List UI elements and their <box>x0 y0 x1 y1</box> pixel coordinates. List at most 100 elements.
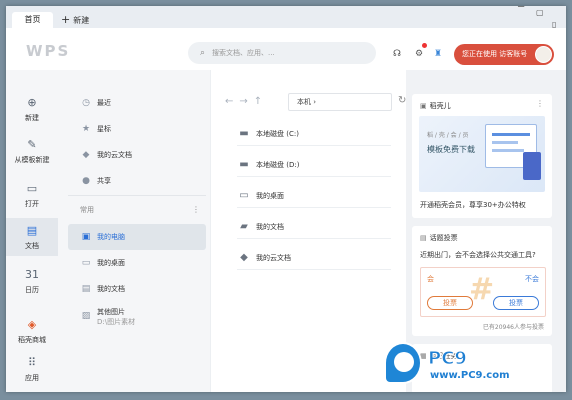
user-account-button[interactable]: 您正在使用 访客账号 <box>454 44 554 65</box>
left-rail: ⊕ 新建 ✎ 从模板新建 ▭ 打开 ▤ 文档 31 日历 ◈ 稻壳商城 ⠿ 应用 <box>6 70 58 392</box>
docer-card[interactable]: ▣ 稻壳儿 ⋮ 稻 / 壳 / 会 / 员 模板免费下载 开通稻壳会员，尊享30+… <box>412 94 552 218</box>
vote-no-button[interactable]: 投票 <box>493 296 539 310</box>
breadcrumb[interactable]: 本机 › <box>288 93 392 111</box>
nav-label: 其他图片 <box>97 308 125 316</box>
watermark: PC9软件园 www.PC9.com <box>384 342 558 388</box>
rail-item-open[interactable]: ▭ 打开 <box>6 182 58 209</box>
nav-item-starred[interactable]: ★ 星标 <box>68 116 206 142</box>
rail-item-template[interactable]: ✎ 从模板新建 <box>6 138 58 165</box>
file-item-cloud-docs[interactable]: ◆ 我的云文档 <box>237 246 391 270</box>
docer-store-icon: ◈ <box>27 318 37 331</box>
header: WPS ⌕ 搜索文档、应用、... ☊ ⚙ ♜ 您正在使用 访客账号 <box>6 28 566 70</box>
rail-item-store[interactable]: ◈ 稻壳商城 <box>6 318 58 345</box>
template-icon: ✎ <box>27 138 37 151</box>
nav-item-my-computer[interactable]: ▣ 我的电脑 <box>68 224 206 250</box>
headset-icon[interactable]: ☊ <box>393 49 401 59</box>
disk-icon: ▬ <box>239 128 249 139</box>
section-label-common: 常用 <box>80 206 94 214</box>
poll-box: 会 不会 # 投票 投票 <box>420 267 546 317</box>
documents-icon: ▤ <box>81 284 91 294</box>
nav-label: 我的云文档 <box>97 151 132 159</box>
rail-label: 新建 <box>25 114 39 122</box>
nav-item-cloud[interactable]: ◆ 我的云文档 <box>68 142 206 168</box>
settings-icon[interactable]: ⚙ <box>415 49 423 59</box>
cloud-docs-icon: ◆ <box>82 150 90 160</box>
search-placeholder: 搜索文档、应用、... <box>212 49 275 57</box>
plus-icon: + <box>61 13 71 26</box>
rail-item-new[interactable]: ⊕ 新建 <box>6 96 58 123</box>
card-title-text: 话题投票 <box>429 234 458 242</box>
nav-label: 星标 <box>97 125 111 133</box>
nav-item-shared[interactable]: ● 共享 <box>68 168 206 194</box>
restore-icon[interactable]: ▢ <box>536 8 544 17</box>
rail-item-calendar[interactable]: 31 日历 <box>6 268 58 295</box>
nav-arrows-icon[interactable]: ←→↑ <box>225 96 268 107</box>
clock-icon: ◷ <box>82 98 90 108</box>
file-item-desktop[interactable]: ▭ 我的桌面 <box>237 184 391 208</box>
breadcrumb-item[interactable]: 本机 <box>297 98 311 106</box>
chevron-right-icon: › <box>313 98 317 106</box>
file-name: 本地磁盘 (D:) <box>256 161 300 169</box>
user-status: 您正在使用 <box>462 50 497 58</box>
calendar-icon: 31 <box>25 268 39 281</box>
shared-icon: ● <box>82 176 90 186</box>
pc9-logo-icon <box>384 342 422 384</box>
vote-question: 近期出门，会不会选择公共交通工具? <box>420 251 536 259</box>
apps-grid-icon: ⠿ <box>27 356 37 369</box>
rail-label: 打开 <box>25 200 39 208</box>
folder-icon: ▭ <box>26 182 38 195</box>
avatar <box>535 46 552 63</box>
rail-label: 文档 <box>25 242 39 250</box>
option-no-label: 不会 <box>525 275 539 283</box>
tab-new[interactable]: + 新建 <box>61 12 89 28</box>
file-item-c-drive[interactable]: ▬ 本地磁盘 (C:) <box>237 122 391 146</box>
star-icon: ★ <box>81 124 91 134</box>
computer-icon: ▣ <box>81 232 91 242</box>
skin-shirt-icon[interactable]: ♜ <box>434 49 442 59</box>
nav-item-other-pictures[interactable]: ▨ 其他图片 D:\图片素材 <box>68 302 206 332</box>
file-item-documents[interactable]: ▰ 我的文档 <box>237 215 391 239</box>
nav-item-documents[interactable]: ▤ 我的文档 <box>68 276 206 302</box>
skin-icon[interactable]: ▔ <box>518 6 524 15</box>
nav-label: 共享 <box>97 177 111 185</box>
rail-item-apps[interactable]: ⠿ 应用 <box>6 356 58 383</box>
banner-title: 模板免费下载 <box>427 145 475 154</box>
nav-label: 我的文档 <box>97 285 125 293</box>
file-item-d-drive[interactable]: ▬ 本地磁盘 (D:) <box>237 153 391 177</box>
more-icon[interactable]: ⋮ <box>192 205 200 214</box>
rail-label: 日历 <box>25 286 39 294</box>
desktop-icon: ▭ <box>81 258 91 268</box>
notification-dot-icon <box>422 43 427 48</box>
vote-stat: 已有20946人参与投票 <box>482 324 544 331</box>
file-name: 本地磁盘 (C:) <box>256 130 299 138</box>
nav-label: 我的桌面 <box>97 259 125 267</box>
location-nav: ◷ 最近 ★ 星标 ◆ 我的云文档 ● 共享 常用 ⋮ ▣ 我的电脑 ▭ 我的桌面 ▤ 我的文… <box>58 70 210 392</box>
watermark-brand: PC9软件园 <box>428 348 522 370</box>
file-browser: ←→↑ 本机 › ↻ ▬ 本地磁盘 (C:) ▬ 本地磁盘 (D:) ▭ 我的桌面 ▰… <box>210 70 406 392</box>
card-title: ▣ 稻壳儿 <box>420 101 451 111</box>
plus-circle-icon: ⊕ <box>27 96 37 109</box>
tab-home[interactable]: 首页 <box>12 12 53 28</box>
search-input[interactable]: ⌕ 搜索文档、应用、... <box>188 42 376 64</box>
card-title: ▤ 话题投票 <box>420 233 458 243</box>
nav-item-desktop[interactable]: ▭ 我的桌面 <box>68 250 206 276</box>
more-icon[interactable]: ⋮ <box>536 99 544 108</box>
user-name: 访客账号 <box>499 50 528 58</box>
tablet-illustration-icon <box>523 152 541 180</box>
vote-icon: ▤ <box>420 234 427 242</box>
rail-item-docs[interactable]: ▤ 文档 <box>6 218 58 256</box>
vote-card: ▤ 话题投票 近期出门，会不会选择公共交通工具? 会 不会 # 投票 投票 已有2… <box>412 226 552 336</box>
rail-label: 应用 <box>25 374 39 382</box>
docer-icon: ▣ <box>420 102 427 110</box>
nav-label: 我的电脑 <box>97 233 125 241</box>
file-name: 我的云文档 <box>256 254 291 262</box>
option-yes-label: 会 <box>427 275 434 283</box>
tab-new-label: 新建 <box>73 16 90 25</box>
wps-logo: WPS <box>26 42 71 60</box>
file-name: 我的文档 <box>256 223 284 231</box>
watermark-url: www.PC9.com <box>430 370 510 381</box>
nav-item-recent[interactable]: ◷ 最近 <box>68 90 206 116</box>
folder-icon: ▰ <box>240 221 248 232</box>
vote-yes-button[interactable]: 投票 <box>427 296 473 310</box>
docer-banner[interactable]: 稻 / 壳 / 会 / 员 模板免费下载 <box>419 116 545 192</box>
